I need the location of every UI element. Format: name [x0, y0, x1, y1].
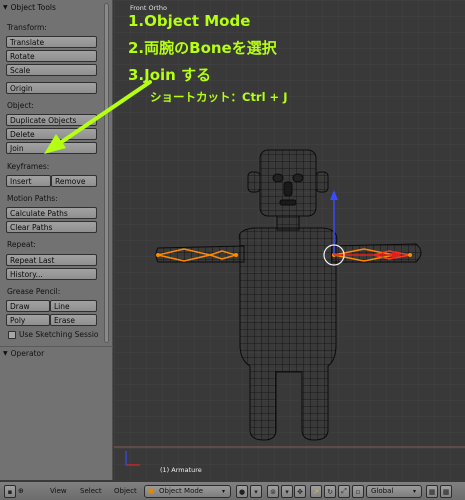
annotation-step-2: 2.両腕のBoneを選択 — [128, 39, 277, 57]
translate-button[interactable]: Translate — [6, 36, 97, 48]
mode-label: Object Mode — [159, 487, 204, 495]
orientation-selector[interactable]: Global ▾ — [366, 485, 422, 498]
layer-grid-icon[interactable]: ▦ — [426, 485, 438, 498]
left-ear-mesh — [247, 171, 261, 193]
mouth — [279, 199, 297, 206]
object-label: Object: — [7, 101, 34, 110]
annotation-step-3: 3.Join する — [128, 66, 212, 84]
operator-panel-header[interactable]: ▼ Operator — [0, 346, 113, 359]
grease-pencil-label: Grease Pencil: — [7, 287, 61, 296]
repeat-last-button[interactable]: Repeat Last — [6, 254, 97, 266]
left-bone-head — [156, 253, 160, 257]
object-info-label: (1) Armature — [160, 466, 202, 474]
draw-button[interactable]: Draw — [6, 300, 50, 312]
menu-select[interactable]: Select — [80, 486, 102, 497]
scale-handle-icon[interactable]: ▫ — [352, 485, 364, 498]
use-sketching-label: Use Sketching Sessio — [19, 330, 99, 339]
shading-dropdown-icon[interactable]: ▾ — [250, 485, 262, 498]
translate-manipulator-icon[interactable]: ↗ — [310, 485, 322, 498]
menu-object[interactable]: Object — [114, 486, 137, 497]
nose — [283, 181, 293, 197]
scale-manipulator-icon[interactable]: ⤢ — [338, 485, 350, 498]
collapse-triangle-icon: ▼ — [3, 3, 8, 11]
orientation-chevron-icon: ▾ — [413, 488, 417, 495]
poly-button[interactable]: Poly — [6, 314, 50, 326]
delete-button[interactable]: Delete — [6, 128, 97, 140]
motion-paths-label: Motion Paths: — [7, 194, 58, 203]
use-sketching-checkbox[interactable] — [8, 331, 16, 339]
header-collapse-icon[interactable]: ⊕ — [18, 486, 24, 497]
line-button[interactable]: Line — [50, 300, 97, 312]
menu-view[interactable]: View — [50, 486, 67, 497]
shelf-scrollbar[interactable] — [104, 3, 109, 343]
clear-paths-button[interactable]: Clear Paths — [6, 221, 97, 233]
editor-type-icon[interactable]: ▪ — [4, 485, 16, 498]
layer-grid-2-icon[interactable]: ▦ — [440, 485, 452, 498]
join-button[interactable]: Join — [6, 142, 97, 154]
expand-triangle-icon: ▼ — [3, 349, 8, 357]
scale-button[interactable]: Scale — [6, 64, 97, 76]
transform-label: Transform: — [7, 23, 47, 32]
object-mode-icon: ▣ — [148, 487, 155, 495]
erase-button[interactable]: Erase — [50, 314, 97, 326]
orientation-label: Global — [371, 487, 394, 495]
keyframes-label: Keyframes: — [7, 162, 50, 171]
manipulator-toggle-icon[interactable]: ✥ — [294, 485, 306, 498]
origin-button[interactable]: Origin — [6, 82, 97, 94]
object-tools-panel-header[interactable]: ▼ Object Tools — [0, 1, 113, 13]
annotation-step-1: 1.Object Mode — [128, 12, 251, 30]
insert-keyframe-button[interactable]: Insert — [6, 175, 51, 187]
chevron-down-icon: ▾ — [222, 488, 226, 495]
duplicate-objects-button[interactable]: Duplicate Objects — [6, 114, 97, 126]
view-name-label: Front Ortho — [130, 4, 167, 12]
pivot-point-icon[interactable]: ⊚ — [267, 485, 279, 498]
calculate-paths-button[interactable]: Calculate Paths — [6, 207, 97, 219]
left-eye — [272, 173, 284, 183]
repeat-label: Repeat: — [7, 240, 36, 249]
right-bone-tail — [408, 253, 412, 257]
operator-title: Operator — [10, 348, 45, 358]
rotate-manipulator-icon[interactable]: ↻ — [324, 485, 336, 498]
panel-title: Object Tools — [10, 2, 56, 12]
history-button[interactable]: History... — [6, 268, 97, 280]
remove-keyframe-button[interactable]: Remove — [51, 175, 97, 187]
right-ear-mesh — [315, 171, 329, 193]
3d-view-header: ▪ ⊕ View Select Object ▣ Object Mode ▾ ●… — [0, 481, 465, 500]
viewport-shading-icon[interactable]: ● — [236, 485, 248, 498]
left-bone-tail — [234, 253, 238, 257]
mode-selector[interactable]: ▣ Object Mode ▾ — [144, 485, 231, 498]
right-eye — [292, 173, 304, 183]
annotation-shortcut: ショートカット：Ctrl + J — [150, 90, 288, 104]
tool-shelf: ▼ Object Tools Transform: Translate Rota… — [0, 0, 113, 480]
rotate-button[interactable]: Rotate — [6, 50, 97, 62]
pivot-dropdown-icon[interactable]: ▾ — [281, 485, 293, 498]
